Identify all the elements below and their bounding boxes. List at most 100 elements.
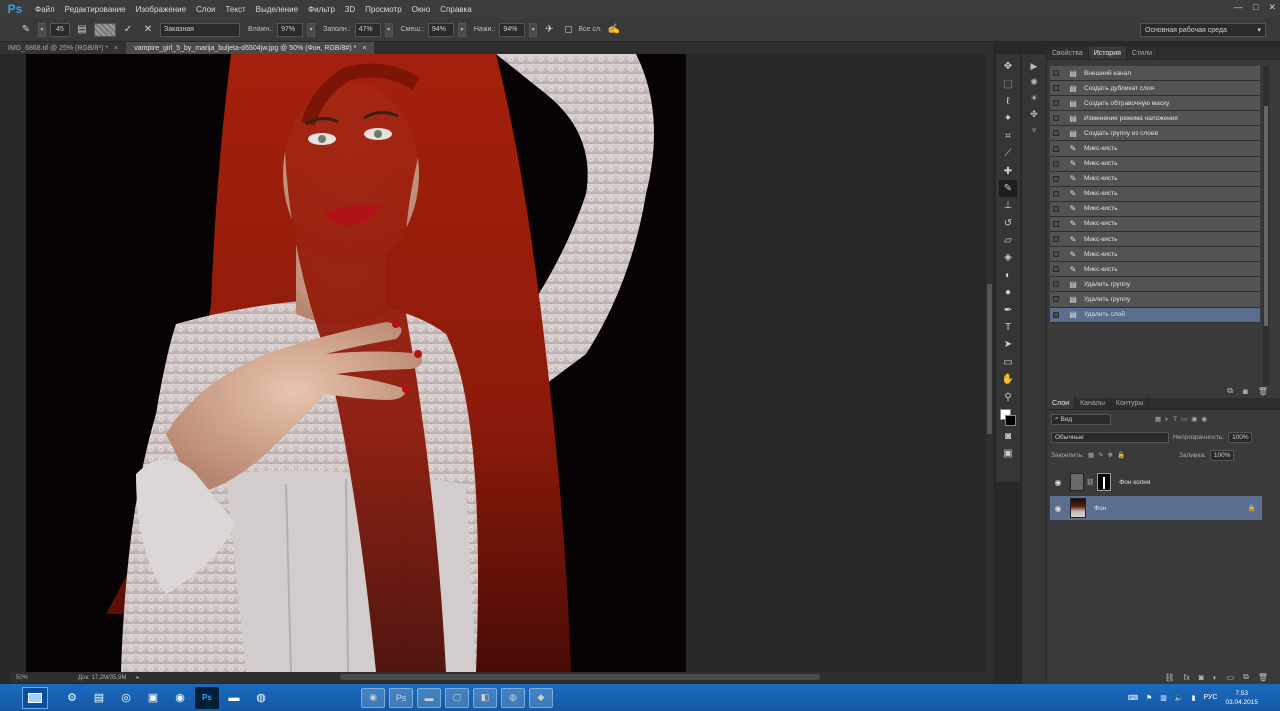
history-brush-source-checkbox[interactable] [1050, 203, 1062, 215]
status-menu-arrow-icon[interactable]: ▸ [136, 674, 139, 681]
blend-combination-select[interactable]: Заказная [160, 22, 240, 37]
taskbar-window-2[interactable]: Ps [389, 687, 413, 708]
quick-mask-icon[interactable]: ◙ [999, 428, 1017, 445]
color-swatches[interactable] [999, 406, 1017, 428]
history-brush-source-checkbox[interactable] [1050, 97, 1062, 109]
history-brush-source-checkbox[interactable] [1050, 82, 1062, 94]
new-document-from-state-icon[interactable]: ⧉ [1227, 386, 1233, 396]
new-layer-icon[interactable]: ⧉ [1243, 672, 1249, 682]
paint-bucket-tool-icon[interactable]: ◈ [999, 249, 1017, 266]
history-item[interactable]: ✎ Микс-кисть [1050, 156, 1260, 172]
history-brush-source-checkbox[interactable] [1050, 248, 1062, 260]
mixer-brush-tool-icon[interactable]: ✎ [18, 22, 34, 38]
marquee-tool-icon[interactable]: ⬚ [999, 75, 1017, 92]
history-item[interactable]: ✎ Микс-кисть [1050, 247, 1260, 263]
history-brush-source-checkbox[interactable] [1050, 173, 1062, 185]
adjustments-icon[interactable]: ☀ [1022, 90, 1046, 106]
layer-mask-thumbnail[interactable] [1097, 473, 1112, 491]
history-brush-source-checkbox[interactable] [1050, 293, 1062, 305]
close-icon[interactable]: × [362, 45, 366, 52]
clone-stamp-tool-icon[interactable]: ⊥ [999, 197, 1017, 214]
healing-brush-tool-icon[interactable]: ✚ [999, 162, 1017, 179]
app-icon-1[interactable]: ⚙ [60, 687, 84, 709]
canvas-area[interactable] [10, 54, 986, 672]
blur-tool-icon[interactable]: ◐ [999, 267, 1017, 284]
lock-transparent-icon[interactable]: ▦ [1088, 451, 1094, 459]
canvas-vertical-scrollbar[interactable] [986, 54, 993, 672]
layer-name[interactable]: Фон [1094, 505, 1106, 512]
power-icon[interactable]: ▮ [1192, 694, 1196, 702]
layer-filter-select[interactable]: ⌕ Вид [1051, 413, 1111, 425]
filter-type-icon[interactable]: T [1173, 416, 1177, 423]
fill-field[interactable]: 100% [1209, 449, 1234, 461]
mixer-brush-tool-icon[interactable]: ✎ [999, 179, 1017, 198]
taskbar-window-7[interactable]: ◆ [529, 687, 553, 708]
filter-shape-icon[interactable]: ▭ [1181, 415, 1187, 423]
history-item[interactable]: ▤ Удалить группу [1050, 277, 1260, 293]
taskbar-window-6[interactable]: ◍ [501, 687, 525, 708]
scroll-thumb[interactable] [1264, 106, 1268, 326]
adjustment-layer-icon[interactable]: ◐ [1213, 673, 1218, 682]
history-item[interactable]: ✎ Микс-кисть [1050, 232, 1260, 248]
dodge-tool-icon[interactable]: ● [999, 284, 1017, 301]
flag-icon[interactable]: ⚑ [1146, 694, 1152, 702]
history-item[interactable]: ✎ Микс-кисть [1050, 171, 1260, 187]
tab-layers[interactable]: Слои [1047, 397, 1076, 409]
blend-mode-select[interactable]: Обычные [1051, 431, 1169, 443]
history-brush-source-checkbox[interactable] [1050, 218, 1062, 230]
visibility-eye-icon[interactable]: ◉ [1050, 478, 1066, 487]
history-brush-source-checkbox[interactable] [1050, 143, 1062, 155]
taskbar-window-5[interactable]: ◧ [473, 687, 497, 708]
swatches-icon[interactable]: ✤ [1022, 106, 1046, 122]
history-brush-tool-icon[interactable]: ↺ [999, 215, 1017, 232]
history-brush-source-checkbox[interactable] [1050, 233, 1062, 245]
app-icon-2[interactable]: ▤ [87, 687, 111, 709]
history-brush-source-checkbox[interactable] [1050, 188, 1062, 200]
hand-tool-icon[interactable]: ✋ [999, 371, 1017, 388]
magic-wand-tool-icon[interactable]: ✦ [999, 110, 1017, 127]
airbrush-icon[interactable]: ✈ [541, 22, 557, 38]
layer-style-fx-icon[interactable]: fx [1184, 673, 1190, 682]
new-group-folder-icon[interactable]: ▭ [1227, 673, 1235, 682]
trash-icon[interactable]: 🗑 [1258, 387, 1268, 396]
shape-tool-icon[interactable]: ▭ [999, 354, 1017, 371]
network-icon[interactable]: ▥ [1160, 694, 1167, 702]
history-item[interactable]: ✎ Микс-кисть [1050, 186, 1260, 202]
history-item[interactable]: ▤ Удалить группу [1050, 292, 1260, 308]
history-item[interactable]: ✎ Микс-кисть [1050, 201, 1260, 217]
lasso-tool-icon[interactable]: ℓ [999, 93, 1017, 110]
workspace-switcher[interactable]: Основная рабочая среда ▾ [1140, 23, 1266, 37]
clock[interactable]: 7:53 03.04.2015 [1225, 689, 1258, 707]
current-brush-load-swatch[interactable] [94, 22, 116, 37]
background-color-swatch[interactable] [1005, 414, 1016, 426]
opacity-field[interactable]: 100% [1228, 431, 1253, 443]
history-item[interactable]: ▤ Создать обтравочную маску [1050, 96, 1260, 112]
doc-tab-vampire-girl[interactable]: vampire_girl_5_by_marija_buljeta-d6504jw… [126, 42, 375, 54]
doc-tab-img-6868[interactable]: IMG_6868.tif @ 25% (RGB/8*) * × [0, 42, 127, 54]
trash-icon[interactable]: 🗑 [1258, 673, 1268, 682]
mix-field[interactable]: 94% [427, 22, 454, 37]
canvas-horizontal-scrollbar[interactable] [340, 674, 820, 680]
menu-image[interactable]: Изображение [131, 0, 191, 18]
volume-icon[interactable]: 🔈 [1175, 694, 1184, 702]
menu-type[interactable]: Текст [220, 0, 250, 18]
load-dropdown[interactable]: ▾ [384, 22, 393, 37]
layer-name[interactable]: Фон копия [1119, 479, 1150, 486]
navigator-icon[interactable]: ✺ [1022, 74, 1046, 90]
tab-styles[interactable]: Стили [1127, 47, 1159, 59]
wetness-dropdown[interactable]: ▾ [307, 22, 316, 37]
menu-layers[interactable]: Слои [191, 0, 220, 18]
path-selection-tool-icon[interactable]: ➤ [999, 336, 1017, 353]
history-brush-source-checkbox[interactable] [1050, 309, 1062, 321]
chrome-icon[interactable]: ◉ [168, 687, 192, 709]
pen-tool-icon[interactable]: ✒ [999, 301, 1017, 318]
tool-preset-dropdown[interactable]: ▾ [38, 22, 46, 37]
history-item[interactable]: ✎ Микс-кисть [1050, 141, 1260, 157]
layer-row-selected[interactable]: ◉ Фон 🔒 [1050, 496, 1262, 520]
taskbar-window-1[interactable]: ◉ [361, 687, 385, 708]
maximize-icon[interactable]: □ [1253, 2, 1258, 13]
filter-adjustment-icon[interactable]: ◐ [1165, 416, 1169, 423]
type-tool-icon[interactable]: T [999, 319, 1017, 336]
zoom-level[interactable]: 50% [16, 675, 28, 681]
mix-dropdown[interactable]: ▾ [457, 22, 466, 37]
